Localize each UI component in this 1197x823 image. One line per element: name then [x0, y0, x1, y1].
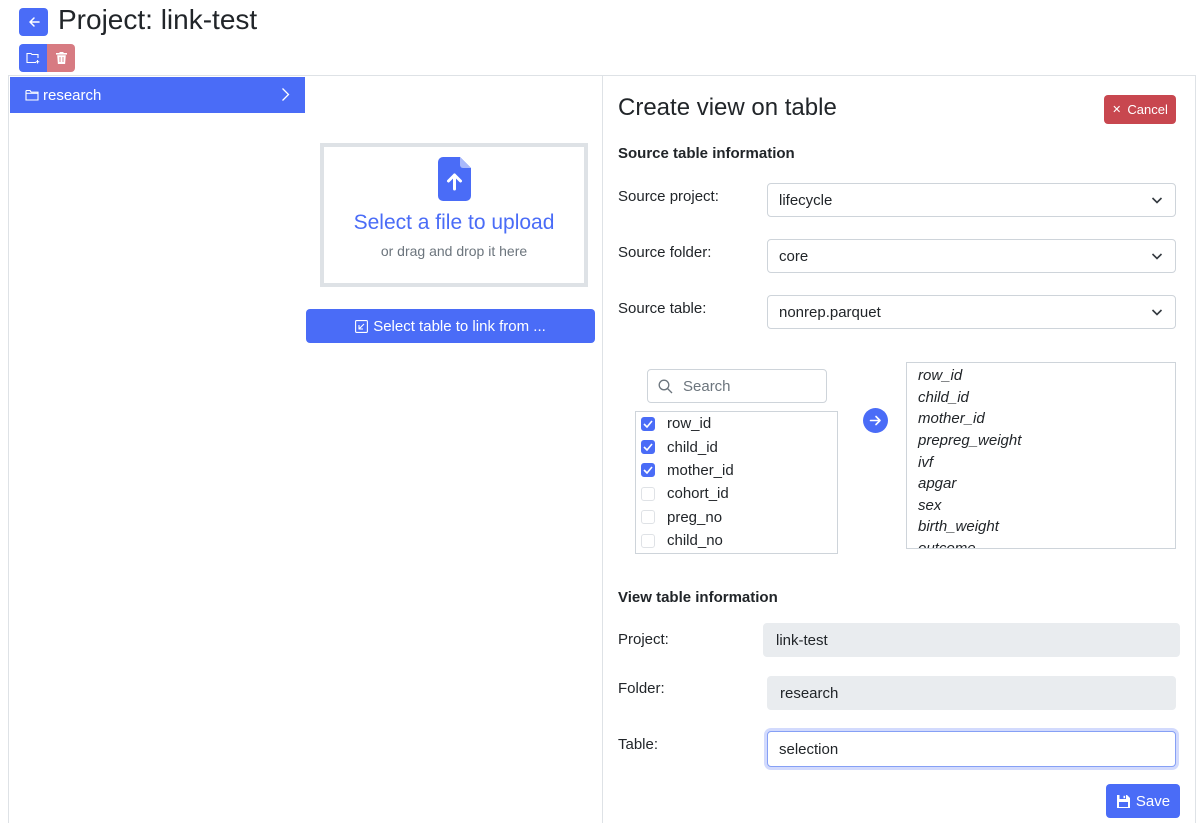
- list-item[interactable]: ivf: [907, 451, 1175, 473]
- source-section-title: Source table information: [618, 145, 795, 162]
- list-item[interactable]: child_no: [636, 529, 837, 552]
- page-title: Project: link-test: [58, 4, 258, 35]
- list-item[interactable]: birth_weight: [907, 516, 1175, 538]
- select-table-link-button[interactable]: Select table to link from ...: [306, 309, 595, 343]
- column-name: child_no: [667, 532, 723, 550]
- folder-label: Folder:: [618, 680, 665, 697]
- project-value: link-test: [776, 631, 828, 649]
- check-icon: [643, 466, 653, 475]
- check-icon: [643, 420, 653, 428]
- cancel-label: Cancel: [1127, 102, 1168, 117]
- checkbox-checked[interactable]: [641, 440, 655, 455]
- folder-value: research: [780, 684, 839, 702]
- source-table-select[interactable]: nonrep.parquet: [767, 295, 1176, 329]
- file-upload-icon: [437, 157, 471, 201]
- select-table-link-label: Select table to link from ...: [373, 317, 546, 335]
- list-item[interactable]: row_id: [636, 412, 837, 435]
- folder-field: research: [767, 676, 1176, 710]
- box-arrow-in-icon: [355, 319, 369, 333]
- panel-divider: [602, 76, 603, 823]
- back-button[interactable]: [19, 8, 48, 36]
- column-search-input[interactable]: Search: [647, 369, 827, 403]
- checkbox-checked[interactable]: [641, 416, 655, 431]
- list-item[interactable]: preg_no: [636, 506, 837, 529]
- view-section-title: View table information: [618, 589, 778, 606]
- folder-plus-icon: [26, 52, 40, 64]
- close-icon: ✕: [1112, 104, 1122, 116]
- source-table-value: nonrep.parquet: [779, 303, 881, 321]
- file-drop-zone[interactable]: Select a file to upload or drag and drop…: [320, 143, 588, 287]
- arrow-right-icon: [869, 415, 881, 426]
- column-name: preg_no: [667, 508, 723, 526]
- list-item[interactable]: row_id: [907, 365, 1175, 387]
- sidebar-item-label: research: [43, 86, 102, 104]
- save-button[interactable]: Save: [1106, 784, 1180, 818]
- delete-project-button[interactable]: [47, 44, 75, 72]
- source-project-label: Source project:: [618, 188, 719, 205]
- chevron-down-icon: [1151, 253, 1163, 260]
- column-checklist[interactable]: row_id child_id mother_id cohort_id preg…: [635, 411, 838, 554]
- checkbox-unchecked[interactable]: [641, 510, 655, 525]
- list-item[interactable]: cohort_id: [636, 482, 837, 505]
- search-icon: [658, 379, 673, 393]
- list-item[interactable]: child_id: [907, 387, 1175, 409]
- table-label: Table:: [618, 736, 659, 753]
- list-item[interactable]: sex: [907, 495, 1175, 517]
- list-item[interactable]: prepreg_weight: [907, 430, 1175, 452]
- add-folder-button[interactable]: [19, 44, 47, 72]
- source-columns-list[interactable]: row_id child_id mother_id prepreg_weight…: [906, 362, 1176, 549]
- table-name-value: selection: [779, 740, 839, 758]
- chevron-right-icon: [282, 88, 290, 101]
- save-label: Save: [1135, 792, 1171, 810]
- search-placeholder: Search: [683, 377, 731, 395]
- list-item[interactable]: mother_id: [636, 459, 837, 482]
- trash-icon: [55, 52, 67, 64]
- panel-title: Create view on table: [618, 94, 837, 121]
- project-label: Project:: [618, 631, 669, 648]
- list-item[interactable]: outcome: [907, 538, 1175, 548]
- chevron-down-icon: [1151, 197, 1163, 204]
- chevron-down-icon: [1151, 309, 1163, 316]
- column-name: row_id: [667, 415, 712, 433]
- source-folder-label: Source folder:: [618, 244, 712, 261]
- source-project-select[interactable]: lifecycle: [767, 183, 1176, 217]
- checkbox-unchecked[interactable]: [641, 486, 655, 501]
- source-table-label: Source table:: [618, 300, 707, 317]
- cancel-button[interactable]: ✕ Cancel: [1104, 95, 1176, 124]
- column-name: mother_id: [667, 461, 734, 479]
- source-folder-value: core: [779, 247, 809, 265]
- sidebar-item-research[interactable]: research: [10, 77, 305, 113]
- source-project-value: lifecycle: [779, 191, 833, 209]
- add-columns-button[interactable]: [863, 408, 888, 433]
- table-name-input[interactable]: selection: [767, 731, 1176, 767]
- upload-subtitle: or drag and drop it here: [380, 243, 528, 259]
- checkbox-checked[interactable]: [641, 463, 655, 478]
- project-field: link-test: [763, 623, 1180, 657]
- column-name: child_id: [667, 438, 718, 456]
- project-toolbar: [19, 44, 75, 72]
- folder-icon: [25, 89, 39, 101]
- checkbox-unchecked[interactable]: [641, 533, 655, 548]
- arrow-left-icon: [28, 17, 40, 27]
- check-icon: [643, 443, 653, 452]
- column-name: cohort_id: [667, 485, 729, 503]
- list-item[interactable]: apgar: [907, 473, 1175, 495]
- floppy-disk-icon: [1116, 794, 1130, 808]
- upload-title[interactable]: Select a file to upload: [354, 211, 555, 235]
- list-item[interactable]: mother_id: [907, 408, 1175, 430]
- source-folder-select[interactable]: core: [767, 239, 1176, 273]
- list-item[interactable]: child_id: [636, 435, 837, 458]
